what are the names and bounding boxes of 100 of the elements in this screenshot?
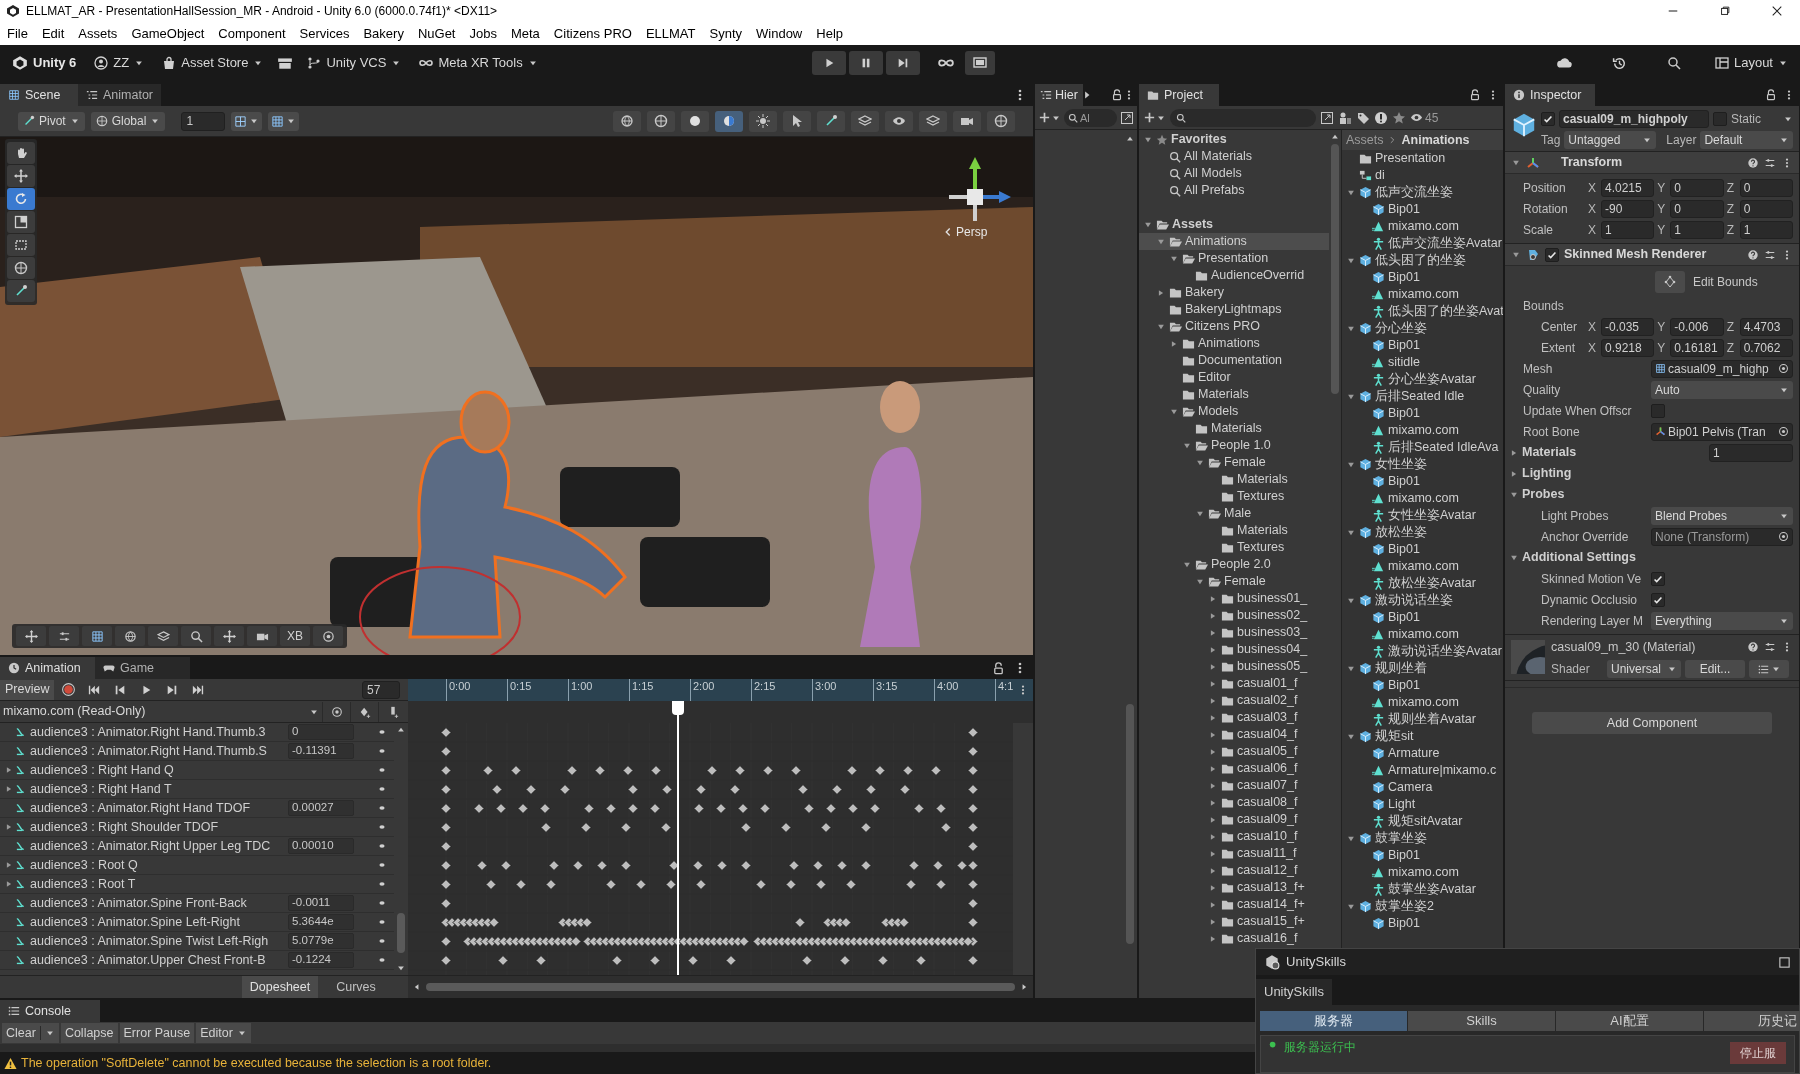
asset-item[interactable]: Bip01: [1342, 541, 1503, 558]
panel-tab[interactable]: Hier: [1035, 84, 1083, 106]
folder-item[interactable]: Animations: [1139, 335, 1329, 352]
object-field[interactable]: casual09_m_highp: [1651, 359, 1793, 378]
asset-item[interactable]: 后排Seated IdleAva: [1342, 439, 1503, 456]
asset-store-dropdown[interactable]: Asset Store: [158, 51, 268, 75]
number-field[interactable]: 0: [1670, 178, 1724, 197]
folder-item[interactable]: Male: [1139, 505, 1329, 522]
dropdown[interactable]: Default: [1700, 131, 1793, 149]
console-button[interactable]: Clear: [2, 1023, 59, 1043]
menu-item[interactable]: Meta: [510, 23, 540, 44]
foldout-label[interactable]: Additional Settings: [1522, 548, 1636, 567]
folder-item[interactable]: Documentation: [1139, 352, 1329, 369]
asset-item[interactable]: 低头困了的坐姿: [1342, 252, 1503, 269]
folder-item[interactable]: Citizens PRO: [1139, 318, 1329, 335]
number-field[interactable]: 1: [1709, 443, 1793, 462]
value-field[interactable]: 0.00010: [288, 838, 354, 854]
foldout-label[interactable]: Lighting: [1522, 464, 1572, 483]
console-button[interactable]: Collapse: [60, 1023, 118, 1043]
property-name[interactable]: audience3 : Right Hand Q: [30, 760, 174, 780]
asset-item[interactable]: mixamo.com: [1342, 490, 1503, 507]
folder-item[interactable]: BakeryLightmaps: [1139, 301, 1329, 318]
folder-item[interactable]: casual10_f: [1139, 828, 1329, 845]
dropdown[interactable]: Auto: [1651, 380, 1793, 399]
menu-item[interactable]: GameObject: [131, 23, 205, 44]
favorite-item[interactable]: All Models: [1139, 165, 1329, 182]
folder-item[interactable]: casual04_f: [1139, 726, 1329, 743]
asset-item[interactable]: Bip01: [1342, 609, 1503, 626]
object-field[interactable]: Bip01 Pelvis (Tran: [1651, 422, 1793, 441]
folder-item[interactable]: casual06_f: [1139, 760, 1329, 777]
asset-item[interactable]: mixamo.com: [1342, 422, 1503, 439]
folder-item[interactable]: business03_: [1139, 624, 1329, 641]
breadcrumb-item[interactable]: Assets: [1346, 130, 1384, 150]
number-field[interactable]: 0.9218: [1601, 338, 1655, 357]
asset-item[interactable]: 后排Seated Idle: [1342, 388, 1503, 405]
value-field[interactable]: 0: [288, 724, 354, 740]
number-field[interactable]: 0.7062: [1739, 338, 1793, 357]
folder-item[interactable]: Presentation: [1139, 250, 1329, 267]
meta-tools-dropdown[interactable]: Meta XR Tools: [415, 51, 542, 75]
asset-item[interactable]: 规矩sit: [1342, 728, 1503, 745]
asset-item[interactable]: 女性坐姿Avatar: [1342, 507, 1503, 524]
folder-item[interactable]: Female: [1139, 573, 1329, 590]
component-title[interactable]: Transform: [1561, 153, 1623, 172]
asset-item[interactable]: 鼓掌坐姿2: [1342, 898, 1503, 915]
property-name[interactable]: audience3 : Animator.Right Hand TDOF: [30, 798, 251, 818]
asset-item[interactable]: di: [1342, 167, 1503, 184]
folder-item[interactable]: AudienceOverrid: [1139, 267, 1329, 284]
add-component-button[interactable]: Add Component: [1532, 712, 1772, 734]
section-title[interactable]: Favorites: [1171, 130, 1227, 149]
favorite-item[interactable]: All Prefabs: [1139, 182, 1329, 199]
asset-item[interactable]: Camera: [1342, 779, 1503, 796]
folder-item[interactable]: casual14_f+: [1139, 896, 1329, 913]
folder-item[interactable]: Assets: [1139, 216, 1329, 233]
pivot-dropdown[interactable]: Pivot: [18, 111, 85, 131]
folder-item[interactable]: Materials: [1139, 420, 1329, 437]
version-control-dropdown[interactable]: Unity VCS: [303, 51, 406, 75]
asset-item[interactable]: 鼓掌坐姿: [1342, 830, 1503, 847]
asset-item[interactable]: Bip01: [1342, 473, 1503, 490]
value-field[interactable]: 5.0779e: [288, 933, 354, 949]
number-field[interactable]: 1: [1670, 220, 1724, 239]
asset-item[interactable]: Armature: [1342, 745, 1503, 762]
property-name[interactable]: audience3 : Right Shoulder TDOF: [30, 817, 219, 837]
favorite-item[interactable]: All Materials: [1139, 148, 1329, 165]
object-field[interactable]: None (Transform): [1651, 527, 1793, 546]
space-dropdown[interactable]: Global: [90, 111, 166, 131]
folder-item[interactable]: Models: [1139, 403, 1329, 420]
property-name[interactable]: audience3 : Right Hand T: [30, 779, 172, 799]
number-field[interactable]: 0.16181: [1670, 338, 1724, 357]
menu-item[interactable]: Help: [816, 23, 843, 44]
folder-item[interactable]: business05_: [1139, 658, 1329, 675]
asset-item[interactable]: mixamo.com: [1342, 218, 1503, 235]
asset-item[interactable]: Light: [1342, 796, 1503, 813]
property-name[interactable]: audience3 : Animator.Right Hand.Thumb.3: [30, 723, 266, 742]
foldout-label[interactable]: Materials: [1522, 443, 1577, 462]
asset-item[interactable]: 低声交流坐姿: [1342, 184, 1503, 201]
asset-item[interactable]: 规则坐着: [1342, 660, 1503, 677]
folder-item[interactable]: Editor: [1139, 369, 1329, 386]
panel-tab[interactable]: Inspector: [1505, 84, 1595, 106]
asset-item[interactable]: mixamo.com: [1342, 694, 1503, 711]
panel-tab[interactable]: Scene: [0, 84, 78, 106]
folder-item[interactable]: casual03_f: [1139, 709, 1329, 726]
frame-field[interactable]: 57: [362, 680, 400, 699]
number-field[interactable]: casual09_m_highpoly: [1559, 110, 1709, 128]
property-name[interactable]: audience3 : Animator.Upper Chest Front-B: [30, 950, 266, 970]
menu-item[interactable]: Bakery: [363, 23, 404, 44]
asset-item[interactable]: mixamo.com: [1342, 558, 1503, 575]
folder-item[interactable]: Materials: [1139, 386, 1329, 403]
foldout-label[interactable]: Probes: [1522, 485, 1565, 504]
asset-item[interactable]: Bip01: [1342, 405, 1503, 422]
folder-item[interactable]: casual09_f: [1139, 811, 1329, 828]
asset-item[interactable]: 分心坐姿: [1342, 320, 1503, 337]
asset-item[interactable]: Bip01: [1342, 337, 1503, 354]
segment-tab[interactable]: Skills: [1408, 1011, 1555, 1031]
account-dropdown[interactable]: ZZ: [90, 51, 149, 75]
property-name[interactable]: audience3 : Animator.Spine Left-Right: [30, 912, 240, 932]
number-field[interactable]: 4.4703: [1739, 317, 1793, 336]
value-field[interactable]: -0.1224: [288, 952, 354, 968]
value-field[interactable]: -0.0011: [288, 895, 354, 911]
folder-item[interactable]: People 1.0: [1139, 437, 1329, 454]
panel-tab[interactable]: Project: [1139, 84, 1219, 106]
